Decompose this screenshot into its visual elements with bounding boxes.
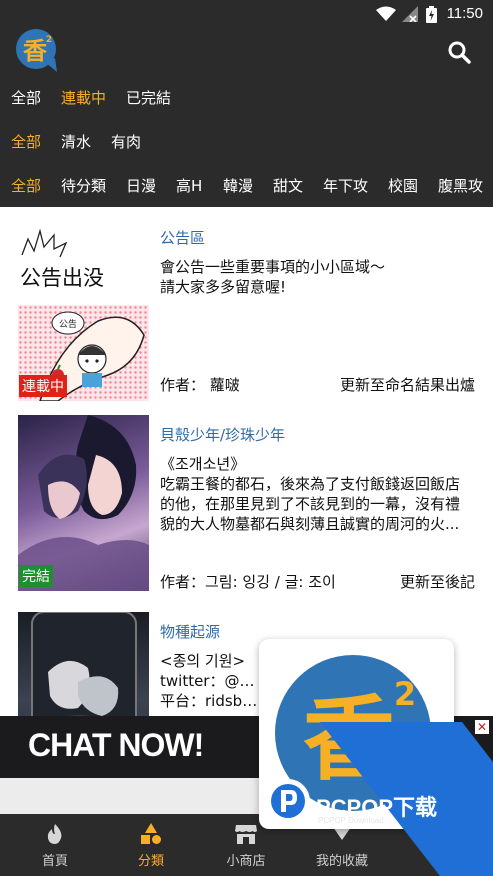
filter-genre-korean[interactable]: 韓漫: [223, 175, 253, 196]
status-bar: 11:50: [0, 0, 493, 28]
filter-genre-campus[interactable]: 校園: [388, 175, 418, 196]
status-filter-row: 全部 連載中 已完結: [0, 76, 493, 119]
app-logo[interactable]: 香 2: [15, 28, 61, 72]
watermark-logo-superscript: 2: [394, 675, 416, 713]
filter-status-ongoing[interactable]: 連載中: [61, 87, 106, 108]
battery-charging-icon: [426, 6, 437, 23]
filter-status-completed[interactable]: 已完結: [126, 87, 171, 108]
comic-description: 《조개소년》 吃霸王餐的都石，後來為了支付飯錢返回飯店 的他，在那里見到了不該見…: [160, 454, 476, 534]
comic-title[interactable]: 貝殼少年/珍珠少年: [160, 424, 285, 445]
status-badge: 完結: [19, 565, 53, 587]
filter-genre-uncategorized[interactable]: 待分類: [61, 175, 106, 196]
filter-genre-high-h[interactable]: 高H: [176, 175, 202, 196]
watermark-subtext: PCPOP Download: [318, 816, 384, 825]
comic-latest-update: 更新至命名結果出爐: [339, 376, 475, 394]
cover-image: [18, 612, 149, 717]
nav-home[interactable]: 首頁: [6, 814, 104, 876]
filter-genre-sweet[interactable]: 甜文: [273, 175, 303, 196]
description-line: twitter：@_dus: [160, 672, 260, 690]
store-icon: [235, 825, 257, 844]
wifi-icon: [376, 6, 396, 21]
comic-title[interactable]: 公告區: [160, 227, 205, 248]
comic-author: 作者： 蘿啵: [160, 376, 240, 394]
comic-description: 會公告一些重要事項的小小區域～ 請大家多多留意喔!: [160, 257, 476, 297]
category-icon: [141, 823, 161, 844]
cover-image: 公告出没 公告 連載中: [18, 225, 149, 401]
description-line: 平台：ridsbool: [160, 692, 260, 710]
nav-label: 首頁: [41, 854, 68, 869]
comic-author: 作者：그림: 잉깅 / 글: 조이: [160, 573, 336, 591]
comic-latest-update: 更新至後記: [399, 573, 475, 591]
description-line: 請大家多多留意喔!: [160, 278, 287, 296]
comic-card[interactable]: 完結 貝殼少年/珍珠少年 《조개소년》 吃霸王餐的都石，後來為了支付飯錢返回飯店…: [0, 414, 493, 611]
description-line: 吃霸王餐的都石，後來為了支付飯錢返回飯店: [160, 475, 461, 493]
filter-genre-japanese[interactable]: 日漫: [126, 175, 156, 196]
filter-genre-scheming-top[interactable]: 腹黑攻: [438, 175, 483, 196]
rating-filter-row: 全部 清水 有肉: [0, 120, 493, 163]
cover-title-text: 公告出没: [20, 266, 104, 290]
filter-rating-mature[interactable]: 有肉: [111, 131, 141, 152]
comic-card[interactable]: 公告出没 公告 連載中 公告區 會公告一些重要事項的小小區域～ 請大家多多留意喔…: [0, 217, 493, 414]
filter-status-all[interactable]: 全部: [11, 87, 41, 108]
genre-filter-row: 全部 待分類 日漫 高H 韓漫 甜文 年下攻 校園 腹黑攻: [0, 164, 493, 207]
comic-title[interactable]: 物種起源: [160, 621, 220, 642]
status-badge: 連載中: [19, 375, 67, 397]
description-line: 的他，在那里見到了不該見到的一幕，沒有禮: [160, 495, 461, 513]
nav-category[interactable]: 分類: [102, 814, 200, 876]
filter-genre-all[interactable]: 全部: [11, 175, 41, 196]
search-icon[interactable]: [447, 40, 471, 64]
comic-description: <종의 기원> twitter：@_dus 平台：ridsbool ...: [160, 651, 260, 717]
ad-headline: CHAT NOW!: [28, 727, 204, 763]
filter-panel: 全部 連載中 已完結 全部 清水 有肉 全部 待分類 日漫 高H 韓漫 甜文 年…: [0, 76, 493, 207]
description-line: 貌的大人物墓都石與刻薄且誠實的周河的火...: [160, 515, 460, 533]
logo-glyph: 香: [23, 37, 48, 65]
description-line: <종의 기원>: [160, 652, 246, 670]
filter-rating-clean[interactable]: 清水: [61, 131, 91, 152]
flame-icon: [47, 824, 62, 844]
pcpop-badge-icon: [266, 779, 310, 823]
cover-art: [31, 612, 137, 717]
filter-rating-all[interactable]: 全部: [11, 131, 41, 152]
app-bar: 香 2: [0, 28, 493, 76]
clock: 11:50: [446, 5, 483, 22]
nav-label: 小商店: [226, 854, 266, 869]
nav-label: 分類: [137, 854, 164, 869]
cover-bubble-text: 公告: [59, 318, 77, 330]
cover-image: 完結: [18, 415, 149, 591]
description-line: 《조개소년》: [160, 455, 246, 473]
no-signal-icon: [402, 6, 418, 22]
filter-genre-younger-top[interactable]: 年下攻: [323, 175, 368, 196]
logo-superscript: 2: [46, 35, 52, 45]
description-line: 會公告一些重要事項的小小區域～: [160, 258, 386, 276]
